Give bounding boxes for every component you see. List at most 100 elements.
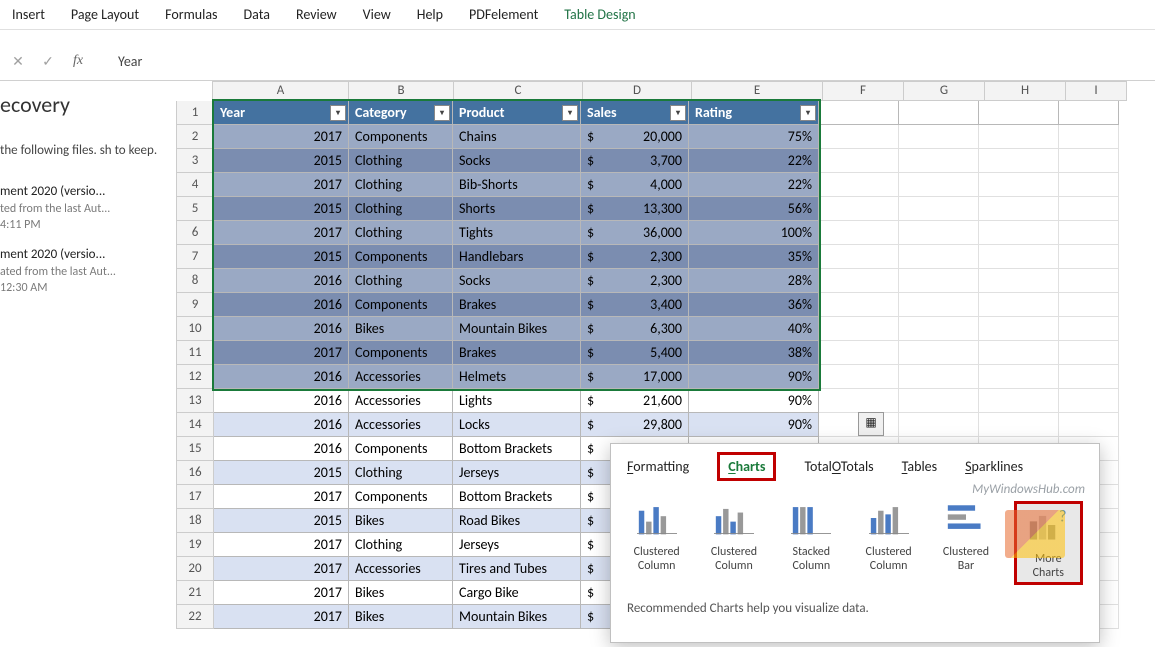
cell-empty[interactable] [819,221,899,245]
cell[interactable]: 2017 [214,581,349,605]
row-header-19[interactable]: 19 [176,533,214,557]
cell-empty[interactable] [819,389,899,413]
cell[interactable]: 2017 [214,221,349,245]
qa-chart-option[interactable]: ClusteredColumn [859,501,918,573]
row-header-16[interactable]: 16 [176,461,214,485]
qa-tab-tables[interactable]: Tables [902,458,937,481]
cell[interactable]: $13,300 [581,197,689,221]
cell[interactable]: 22% [689,149,819,173]
row-header-3[interactable]: 3 [176,149,214,173]
filter-dropdown-icon[interactable]: ▾ [562,105,578,121]
row-header-22[interactable]: 22 [176,605,214,629]
filter-dropdown-icon[interactable]: ▾ [434,105,450,121]
row-header-9[interactable]: 9 [176,293,214,317]
cell[interactable]: Brakes [453,341,581,365]
cell[interactable]: 22% [689,173,819,197]
cell[interactable]: 2015 [214,245,349,269]
column-header-B[interactable]: B [349,81,454,101]
cell-empty[interactable] [1059,317,1119,341]
cell[interactable]: Accessories [349,413,453,437]
cell-empty[interactable] [979,221,1059,245]
cell[interactable]: Bikes [349,605,453,629]
row-header-4[interactable]: 4 [176,173,214,197]
filter-dropdown-icon[interactable]: ▾ [670,105,686,121]
table-header-category[interactable]: Category▾ [349,101,453,125]
cell[interactable]: $6,300 [581,317,689,341]
cell[interactable]: Bottom Brackets [453,437,581,461]
column-header-I[interactable]: I [1066,81,1127,101]
row-header-11[interactable]: 11 [176,341,214,365]
cell-empty[interactable] [899,125,979,149]
cell-empty[interactable] [979,197,1059,221]
cell-empty[interactable] [899,221,979,245]
cell-empty[interactable] [979,149,1059,173]
cell-empty[interactable] [899,293,979,317]
cell-empty[interactable] [979,365,1059,389]
cell-empty[interactable] [1059,341,1119,365]
cell-empty[interactable] [899,413,979,437]
ribbon-tab-insert[interactable]: Insert [12,6,45,23]
row-header-5[interactable]: 5 [176,197,214,221]
row-header-20[interactable]: 20 [176,557,214,581]
cell-empty[interactable] [979,389,1059,413]
cell[interactable]: $2,300 [581,269,689,293]
cell-empty[interactable] [1059,245,1119,269]
cell[interactable]: $20,000 [581,125,689,149]
cell[interactable]: 2017 [214,557,349,581]
cell[interactable]: Chains [453,125,581,149]
cell[interactable]: Bikes [349,317,453,341]
cell-empty[interactable] [899,389,979,413]
cell-empty[interactable] [899,101,979,125]
filter-dropdown-icon[interactable]: ▾ [330,105,346,121]
cell[interactable]: 2017 [214,173,349,197]
row-header-1[interactable]: 1 [176,101,214,125]
cell[interactable]: Tires and Tubes [453,557,581,581]
column-header-G[interactable]: G [904,81,985,101]
cell-empty[interactable] [819,269,899,293]
cell-empty[interactable] [979,101,1059,125]
recovery-file[interactable]: ment 2020 (versio... ated from the last … [0,247,170,296]
cell[interactable]: Socks [453,269,581,293]
cell[interactable]: Handlebars [453,245,581,269]
column-header-H[interactable]: H [985,81,1066,101]
cell[interactable]: Accessories [349,365,453,389]
cell-empty[interactable] [979,269,1059,293]
cell[interactable]: 2017 [214,125,349,149]
cell[interactable]: Clothing [349,221,453,245]
cell-empty[interactable] [819,149,899,173]
cell[interactable]: $3,700 [581,149,689,173]
row-header-10[interactable]: 10 [176,317,214,341]
cell-empty[interactable] [819,365,899,389]
cell[interactable]: $3,400 [581,293,689,317]
cell[interactable]: Brakes [453,293,581,317]
cell-empty[interactable] [1059,197,1119,221]
cell-empty[interactable] [979,341,1059,365]
row-header-14[interactable]: 14 [176,413,214,437]
cell[interactable]: Bikes [349,509,453,533]
row-header-21[interactable]: 21 [176,581,214,605]
row-header-17[interactable]: 17 [176,485,214,509]
cell[interactable]: Accessories [349,557,453,581]
cell-empty[interactable] [899,173,979,197]
ribbon-tab-review[interactable]: Review [296,6,337,23]
cell[interactable]: $2,300 [581,245,689,269]
ribbon-tab-view[interactable]: View [363,6,391,23]
cell[interactable]: 2017 [214,485,349,509]
cell[interactable]: Bikes [349,581,453,605]
table-header-sales[interactable]: Sales▾ [581,101,689,125]
cell[interactable]: 36% [689,293,819,317]
column-header-A[interactable]: A [212,81,349,101]
qa-tab-sparklines[interactable]: Sparklines [965,458,1023,481]
cell-empty[interactable] [1059,365,1119,389]
table-header-rating[interactable]: Rating▾ [689,101,819,125]
formula-cancel-button[interactable]: ✕ [10,53,26,70]
cell[interactable]: Clothing [349,173,453,197]
cell[interactable]: Lights [453,389,581,413]
row-header-6[interactable]: 6 [176,221,214,245]
fx-button[interactable]: fx [70,53,86,69]
cell[interactable]: $36,000 [581,221,689,245]
cell[interactable]: Shorts [453,197,581,221]
cell[interactable]: $17,000 [581,365,689,389]
cell-empty[interactable] [1059,389,1119,413]
cell-empty[interactable] [819,125,899,149]
